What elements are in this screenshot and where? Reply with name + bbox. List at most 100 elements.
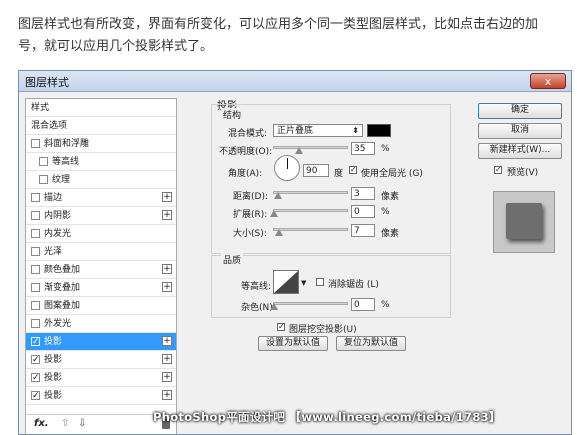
spread-slider-thumb[interactable] <box>270 210 278 217</box>
style-list-item[interactable]: 混合选项 <box>26 117 176 135</box>
opacity-input[interactable]: 35 <box>351 142 375 155</box>
contour-linear-icon <box>274 271 298 293</box>
add-style-plus-icon[interactable]: + <box>162 192 172 202</box>
style-list-item[interactable]: 等高线 <box>26 153 176 171</box>
reset-default-button[interactable]: 复位为默认值 <box>336 336 406 351</box>
style-checkbox[interactable] <box>39 157 48 166</box>
noise-input[interactable]: 0 <box>351 298 375 311</box>
style-list-item[interactable]: 颜色叠加 + <box>26 261 176 279</box>
angle-input[interactable]: 90 <box>303 164 329 177</box>
style-list-item-label: 颜色叠加 <box>44 265 81 275</box>
add-style-plus-icon[interactable]: + <box>162 372 172 382</box>
style-list-item[interactable]: 内阴影 + <box>26 207 176 225</box>
distance-slider[interactable] <box>273 191 348 194</box>
intro-line-2: 号，就可以应用几个投影样式了。 <box>18 39 214 54</box>
style-list-item[interactable]: 外发光 <box>26 315 176 333</box>
distance-label: 距离(D): <box>233 192 268 202</box>
size-slider-thumb[interactable] <box>275 229 283 236</box>
ok-button[interactable]: 确定 <box>478 103 562 119</box>
global-light-checkbox[interactable]: ✓ <box>349 166 357 174</box>
spread-label: 扩展(R): <box>233 210 268 220</box>
style-list-item[interactable]: 渐变叠加 + <box>26 279 176 297</box>
style-list-item-label: 等高线 <box>52 157 80 167</box>
preview-swatch <box>506 203 542 239</box>
blend-mode-value: 正片叠底 <box>277 126 314 136</box>
close-button[interactable]: x <box>530 73 566 89</box>
noise-slider-thumb[interactable] <box>270 303 278 310</box>
style-checkbox[interactable] <box>39 175 48 184</box>
size-input[interactable]: 7 <box>351 224 375 237</box>
distance-unit: 像素 <box>381 192 400 202</box>
preview-checkbox[interactable]: ✓ <box>494 166 502 174</box>
style-list-item[interactable]: 样式 <box>26 99 176 117</box>
style-checkbox[interactable] <box>31 387 40 405</box>
contour-picker[interactable] <box>273 270 299 294</box>
global-light-label: 使用全局光 (G) <box>361 169 423 179</box>
move-up-icon[interactable]: ⇧ <box>61 418 69 429</box>
style-list-item[interactable]: 纹理 <box>26 171 176 189</box>
move-down-icon[interactable]: ⇩ <box>78 418 86 429</box>
shadow-color-swatch[interactable] <box>367 124 391 137</box>
add-style-plus-icon[interactable]: + <box>162 210 172 220</box>
style-list-item[interactable]: 投影 + <box>26 351 176 369</box>
new-style-button[interactable]: 新建样式(W)... <box>478 143 562 159</box>
intro-text: 图层样式也有所改变，界面有所变化，可以应用多个同一类型图层样式，比如点击右边的加… <box>18 14 570 58</box>
style-checkbox[interactable] <box>31 351 40 369</box>
add-style-plus-icon[interactable]: + <box>162 336 172 346</box>
style-list-item[interactable]: 斜面和浮雕 <box>26 135 176 153</box>
style-list-item-label: 外发光 <box>44 319 72 329</box>
spread-slider[interactable] <box>273 209 348 212</box>
style-checkbox[interactable] <box>31 211 40 220</box>
blend-mode-select[interactable]: 正片叠底 ⬍ <box>273 124 363 137</box>
fx-icon[interactable]: fx. <box>34 418 49 429</box>
add-style-plus-icon[interactable]: + <box>162 264 172 274</box>
opacity-label: 不透明度(O): <box>219 147 273 157</box>
style-checkbox[interactable] <box>31 229 40 238</box>
angle-dial[interactable] <box>274 155 300 181</box>
style-list-item[interactable]: 内发光 <box>26 225 176 243</box>
add-style-plus-icon[interactable]: + <box>162 282 172 292</box>
style-checkbox[interactable] <box>31 301 40 310</box>
noise-unit: % <box>381 300 390 310</box>
size-label: 大小(S): <box>233 229 267 239</box>
style-list-item[interactable]: 投影 + <box>26 369 176 387</box>
antialias-checkbox[interactable] <box>316 278 324 286</box>
contour-dropdown-icon[interactable]: ▼ <box>301 279 306 287</box>
angle-label: 角度(A): <box>228 169 263 179</box>
style-list-item[interactable]: 投影 + <box>26 387 176 405</box>
style-checkbox[interactable] <box>31 193 40 202</box>
noise-slider[interactable] <box>273 302 348 305</box>
style-list-item[interactable]: 光泽 <box>26 243 176 261</box>
structure-title: 结构 <box>221 108 244 121</box>
style-list-item[interactable]: 图案叠加 <box>26 297 176 315</box>
distance-input[interactable]: 3 <box>351 187 375 200</box>
style-checkbox[interactable] <box>31 369 40 387</box>
style-list-item-label: 内发光 <box>44 229 72 239</box>
style-checkbox[interactable] <box>31 319 40 328</box>
style-list-item[interactable]: 描边 + <box>26 189 176 207</box>
size-slider[interactable] <box>273 228 348 231</box>
style-checkbox[interactable] <box>31 265 40 274</box>
knockout-checkbox[interactable]: ✓ <box>277 323 285 331</box>
quality-title: 品质 <box>221 253 244 266</box>
make-default-button[interactable]: 设置为默认值 <box>258 336 328 351</box>
style-checkbox[interactable] <box>31 333 40 351</box>
style-list-item-label: 光泽 <box>44 247 63 257</box>
opacity-slider-thumb[interactable] <box>295 147 304 154</box>
add-style-plus-icon[interactable]: + <box>162 390 172 400</box>
distance-slider-thumb[interactable] <box>274 192 282 199</box>
style-list-item-label: 样式 <box>31 103 50 113</box>
antialias-label: 消除锯齿 (L) <box>328 280 379 290</box>
cancel-button[interactable]: 取消 <box>478 123 562 139</box>
layer-style-dialog: 图层样式 x fx. ⇧ ⇩ 样式 混合选项 斜面和浮雕 等高线 纹理 描边 + 内阴影 + 内发… <box>18 70 572 435</box>
style-checkbox[interactable] <box>31 283 40 292</box>
size-unit: 像素 <box>381 229 400 239</box>
opacity-slider[interactable] <box>273 146 348 149</box>
style-list-item[interactable]: 投影 + <box>26 333 176 351</box>
add-style-plus-icon[interactable]: + <box>162 354 172 364</box>
opacity-unit: % <box>381 144 390 154</box>
style-checkbox[interactable] <box>31 139 40 148</box>
spread-input[interactable]: 0 <box>351 205 375 218</box>
contour-label: 等高线: <box>241 282 272 292</box>
style-checkbox[interactable] <box>31 247 40 256</box>
